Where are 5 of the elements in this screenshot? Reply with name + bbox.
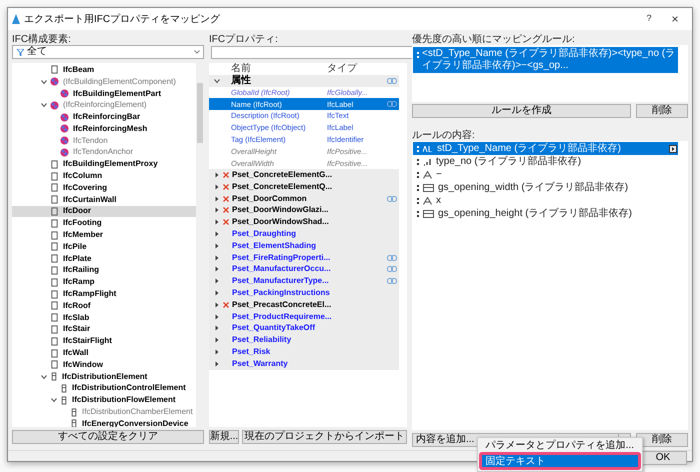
panel-label: IFCプロパティ: [209, 34, 279, 45]
panel-label: IFC構成要素: [12, 34, 72, 45]
panel-label: ルールの内容: [412, 130, 476, 141]
window-title: エクスポート用IFCプロパティをマッピング [24, 12, 220, 26]
panel-label: 優先度の高い順にマッピングルール: [412, 34, 576, 45]
